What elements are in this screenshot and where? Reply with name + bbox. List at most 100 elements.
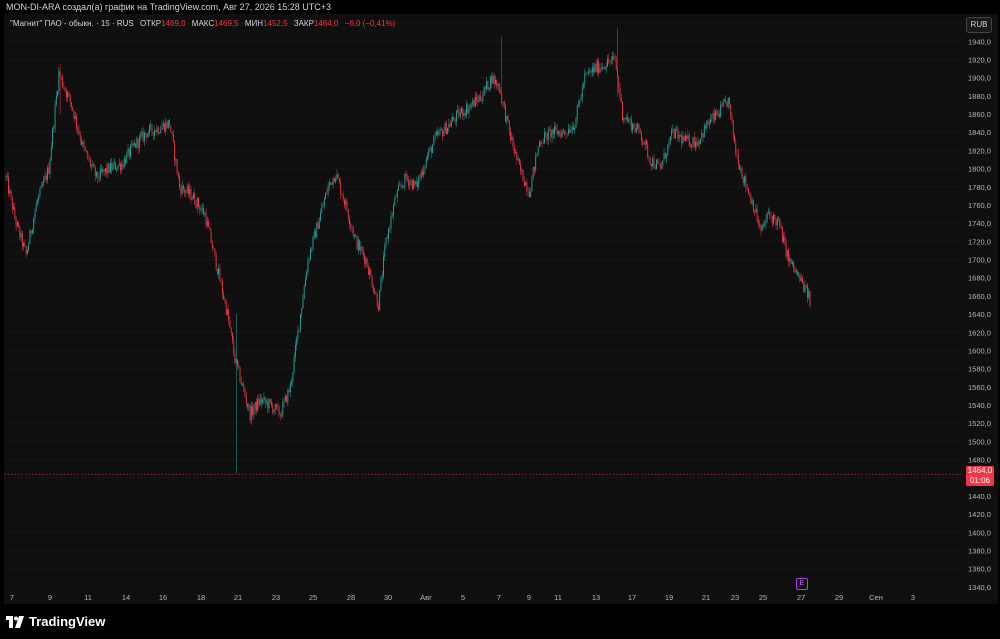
candle-body — [450, 121, 452, 127]
candle-body — [664, 152, 666, 159]
candlestick-chart[interactable]: 1340,01360,01380,01400,01420,01440,01460… — [0, 0, 1000, 639]
candle-body — [381, 276, 383, 279]
x-tick-label: 3 — [911, 593, 915, 602]
last-price-tag: 1464,0 01:06 — [966, 466, 994, 486]
candle-body — [609, 62, 611, 63]
candle-body — [799, 274, 801, 282]
candle-body — [596, 61, 598, 72]
candle-body — [26, 250, 28, 254]
candle-body — [89, 158, 91, 167]
candle-body — [267, 401, 269, 409]
candle-body — [419, 177, 421, 179]
candle-body — [612, 56, 613, 60]
candle-body — [88, 158, 90, 160]
x-tick-label: 11 — [554, 593, 562, 602]
candle-body — [316, 222, 318, 238]
candle-body — [565, 133, 567, 135]
candle-body — [579, 100, 581, 104]
candle-body — [301, 308, 303, 315]
candle-body — [696, 142, 698, 146]
candle-body — [679, 134, 681, 136]
candle-body — [589, 70, 591, 72]
candle-body — [47, 167, 48, 180]
candle-body — [736, 153, 738, 155]
tradingview-logo[interactable]: TradingView — [6, 614, 105, 629]
candle-body — [65, 90, 67, 98]
candle-body — [698, 141, 700, 145]
candle-body — [310, 249, 311, 260]
candle-body — [552, 129, 554, 134]
candle-body — [60, 76, 62, 78]
candle-body — [230, 327, 232, 333]
candle-body — [688, 135, 690, 147]
candle-body — [98, 178, 100, 179]
candle-body — [794, 268, 796, 273]
candle-body — [659, 164, 661, 168]
y-tick-label: 1720,0 — [968, 237, 991, 246]
candle-body — [152, 131, 154, 136]
candle-body — [341, 194, 343, 196]
candle-body — [439, 128, 441, 132]
candle-body — [179, 176, 181, 188]
candle-body — [501, 92, 503, 103]
candle-body — [625, 117, 627, 120]
candle-body — [52, 128, 54, 148]
candle-body — [239, 366, 241, 382]
currency-button[interactable]: RUB — [966, 17, 992, 33]
candle-body — [181, 185, 183, 194]
candle-body — [513, 146, 515, 153]
candle-body — [219, 268, 221, 282]
y-tick-label: 1740,0 — [968, 219, 991, 228]
candle-body — [318, 220, 320, 229]
candle-body — [739, 165, 740, 171]
candle-body — [427, 156, 428, 159]
candle-body — [216, 269, 218, 275]
candle-body — [111, 162, 113, 170]
candle-body — [610, 59, 612, 63]
x-tick-label: 27 — [797, 593, 805, 602]
candle-body — [313, 231, 315, 237]
candle-body — [461, 108, 462, 113]
candle-body — [644, 140, 646, 145]
candle-body — [411, 180, 413, 190]
candle-body — [104, 168, 106, 172]
x-tick-label: 11 — [84, 593, 92, 602]
x-tick-label: 23 — [272, 593, 280, 602]
candle-body — [628, 120, 630, 122]
candle-body — [707, 120, 709, 125]
candle-body — [235, 358, 237, 364]
candle-body — [614, 56, 616, 60]
candle-body — [588, 71, 590, 73]
candle-body — [762, 224, 764, 226]
open-value: 1469,0 — [161, 19, 186, 28]
candle-body — [690, 146, 691, 147]
candle-body — [515, 151, 517, 153]
candle-body — [307, 259, 309, 273]
candle-body — [527, 191, 529, 193]
candle-body — [108, 163, 110, 173]
candle-body — [269, 399, 271, 402]
earnings-badge[interactable]: E — [796, 578, 808, 590]
candle-body — [379, 289, 381, 311]
candle-body — [274, 404, 276, 411]
candle-body — [536, 154, 538, 156]
candle-body — [198, 198, 199, 207]
candle-body — [618, 76, 620, 88]
candle-body — [97, 171, 99, 179]
candle-body — [651, 164, 652, 167]
candle-body — [737, 154, 739, 166]
candle-body — [345, 200, 347, 205]
candle-body — [672, 129, 674, 131]
candle-body — [798, 274, 800, 276]
candle-body — [768, 212, 769, 214]
candle-body — [221, 282, 223, 294]
candle-body — [481, 99, 483, 102]
candle-body — [734, 135, 735, 143]
candle-body — [335, 178, 337, 182]
candle-body — [362, 250, 364, 256]
candle-body — [204, 212, 206, 215]
candle-body — [512, 137, 514, 147]
candle-body — [723, 99, 725, 102]
candle-body — [228, 309, 230, 321]
candle-body — [351, 226, 353, 230]
